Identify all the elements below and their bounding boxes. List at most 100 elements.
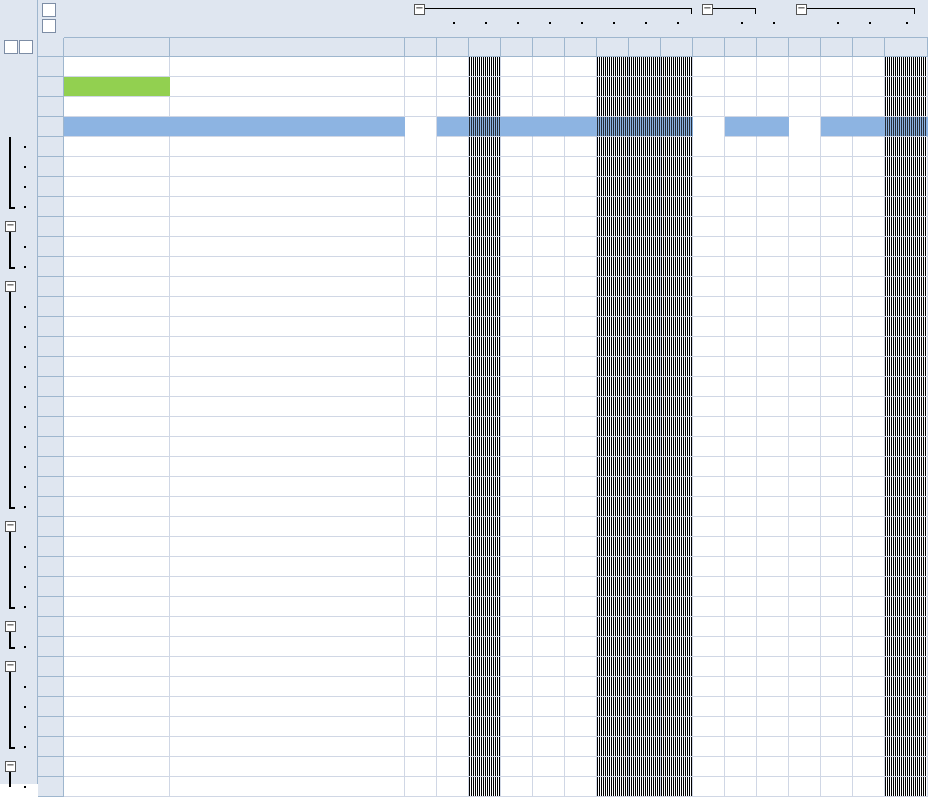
cell-N[interactable] — [757, 497, 789, 517]
cell-O[interactable] — [789, 637, 821, 657]
cell-Q[interactable] — [853, 57, 885, 77]
cell-H[interactable] — [565, 277, 597, 297]
cell-O[interactable] — [789, 77, 821, 97]
cell-Q[interactable] — [853, 557, 885, 577]
cell-M[interactable] — [725, 537, 757, 557]
column-header-L[interactable] — [693, 38, 725, 57]
cell-H[interactable] — [565, 197, 597, 217]
row-header[interactable] — [38, 257, 64, 277]
cell-K[interactable] — [661, 357, 693, 377]
row-level-1-button[interactable] — [4, 40, 18, 54]
cell-L[interactable] — [693, 237, 725, 257]
cell-E[interactable] — [469, 177, 501, 197]
cell-E[interactable] — [469, 197, 501, 217]
cell-P[interactable] — [821, 177, 853, 197]
cell-K[interactable] — [661, 377, 693, 397]
cell-I[interactable] — [597, 517, 629, 537]
cell-M[interactable] — [725, 317, 757, 337]
cell-C[interactable] — [405, 417, 437, 437]
cell-L[interactable] — [693, 537, 725, 557]
cell-G[interactable] — [533, 697, 565, 717]
cell-E[interactable] — [469, 557, 501, 577]
cell-H[interactable] — [565, 777, 597, 797]
cell-L[interactable] — [693, 677, 725, 697]
cell-D[interactable] — [437, 757, 469, 777]
cell-I[interactable] — [597, 657, 629, 677]
cell-K[interactable] — [661, 237, 693, 257]
cell-H[interactable] — [565, 337, 597, 357]
cell-K[interactable] — [661, 317, 693, 337]
cell-N[interactable] — [757, 717, 789, 737]
cell-E[interactable] — [469, 637, 501, 657]
cell-N[interactable] — [757, 437, 789, 457]
row-header[interactable] — [38, 137, 64, 157]
cell-J[interactable] — [629, 497, 661, 517]
cell-Q[interactable] — [853, 397, 885, 417]
cell-C[interactable] — [405, 497, 437, 517]
cell-R[interactable] — [885, 137, 928, 157]
cell-E[interactable] — [469, 417, 501, 437]
cell-E[interactable] — [469, 777, 501, 797]
cell-Q[interactable] — [853, 97, 885, 117]
cell-L[interactable] — [693, 277, 725, 297]
cell-A[interactable] — [64, 197, 170, 217]
cell-Q[interactable] — [853, 477, 885, 497]
cell-E[interactable] — [469, 277, 501, 297]
cell-D[interactable] — [437, 277, 469, 297]
cell-J[interactable] — [629, 397, 661, 417]
cell-E[interactable] — [469, 597, 501, 617]
cell-D[interactable] — [437, 677, 469, 697]
cell-I[interactable] — [597, 317, 629, 337]
cell-A[interactable] — [64, 537, 170, 557]
cell-E[interactable] — [469, 137, 501, 157]
cell-N[interactable] — [757, 357, 789, 377]
cell-I[interactable] — [597, 277, 629, 297]
cell-K[interactable] — [661, 637, 693, 657]
row-group-collapse-button[interactable]: − — [5, 221, 16, 232]
cell-K[interactable] — [661, 177, 693, 197]
cell-P[interactable] — [821, 197, 853, 217]
cell-L[interactable] — [693, 337, 725, 357]
cell-J[interactable] — [629, 597, 661, 617]
cell-M[interactable] — [725, 757, 757, 777]
cell-D[interactable] — [437, 437, 469, 457]
cell-O[interactable] — [789, 437, 821, 457]
cell-O[interactable] — [789, 697, 821, 717]
cell-K[interactable] — [661, 477, 693, 497]
cell-H[interactable] — [565, 497, 597, 517]
cell-J[interactable] — [629, 537, 661, 557]
cell-N[interactable] — [757, 737, 789, 757]
row-header[interactable] — [38, 717, 64, 737]
cell-N[interactable] — [757, 317, 789, 337]
cell-R[interactable] — [885, 437, 928, 457]
cell-M[interactable] — [725, 177, 757, 197]
cell-G[interactable] — [533, 617, 565, 637]
cell-O[interactable] — [789, 157, 821, 177]
cell-Q[interactable] — [853, 257, 885, 277]
column-header-M[interactable] — [725, 38, 757, 57]
cell-A[interactable] — [64, 457, 170, 477]
cell-P[interactable] — [821, 517, 853, 537]
cell-C[interactable] — [405, 777, 437, 797]
cell-P[interactable] — [821, 757, 853, 777]
cell-N[interactable] — [757, 297, 789, 317]
cell-Q[interactable] — [853, 357, 885, 377]
cell-C[interactable] — [405, 97, 437, 117]
cell-J[interactable] — [629, 297, 661, 317]
cell-Q[interactable] — [853, 277, 885, 297]
cell-L[interactable] — [693, 417, 725, 437]
column-group-d2-collapse-button[interactable]: − — [702, 4, 713, 15]
cell-P[interactable] — [821, 717, 853, 737]
cell-A[interactable] — [64, 357, 170, 377]
cell-F[interactable] — [501, 517, 533, 537]
cell-O[interactable] — [789, 577, 821, 597]
cell-O[interactable] — [789, 177, 821, 197]
cell-G[interactable] — [533, 377, 565, 397]
cell-A[interactable] — [64, 577, 170, 597]
cell-Q[interactable] — [853, 177, 885, 197]
row-header[interactable] — [38, 697, 64, 717]
cell-F[interactable] — [501, 437, 533, 457]
cell-G[interactable] — [533, 737, 565, 757]
cell-D[interactable] — [437, 397, 469, 417]
cell-R[interactable] — [885, 377, 928, 397]
